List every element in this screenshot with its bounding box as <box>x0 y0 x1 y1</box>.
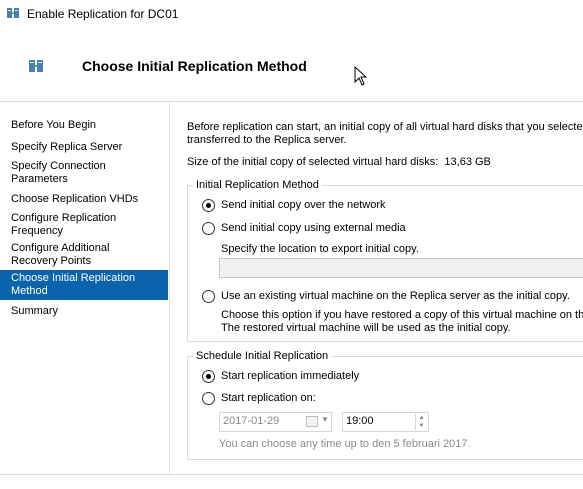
title-bar: Enable Replication for DC01 <box>0 0 583 28</box>
nav-item-choose-initial-replication-method[interactable]: Choose Initial Replication Method <box>0 270 168 300</box>
nav-item-specify-connection-parameters[interactable]: Specify Connection Parameters <box>0 160 168 186</box>
main-content: Before replication can start, an initial… <box>175 102 583 474</box>
nav-item-label: Before You Begin <box>11 119 97 131</box>
start-on-radio[interactable] <box>202 392 215 405</box>
nav-item-label: Configure Replication <box>11 212 117 224</box>
schedule-hint: You can choose any time up to den 5 febr… <box>219 438 471 450</box>
start-time-value: 19:00 <box>346 415 374 427</box>
wizard-navigation: Before You Begin Specify Replica Server … <box>0 102 170 474</box>
server-replication-icon <box>7 8 19 18</box>
start-immediately-radio[interactable] <box>202 370 215 383</box>
existing-vm-radio[interactable] <box>202 290 215 303</box>
group-title: Schedule Initial Replication <box>193 350 332 362</box>
schedule-initial-replication-group: Schedule Initial Replication Start repli… <box>187 350 583 460</box>
nav-item-label: Configure Additional <box>11 242 110 254</box>
existing-vm-hint: Choose this option if you have restored … <box>221 309 583 321</box>
send-external-media-label[interactable]: Send initial copy using external media <box>221 222 406 234</box>
nav-item-label: Choose Initial Replication <box>11 272 136 284</box>
send-external-media-radio[interactable] <box>202 222 215 235</box>
chevron-down-icon[interactable]: ▼ <box>321 415 329 424</box>
existing-vm-label[interactable]: Use an existing virtual machine on the R… <box>221 290 570 302</box>
nav-item-label: Parameters <box>11 173 68 185</box>
initial-copy-size-value: 13,63 GB <box>444 156 491 168</box>
nav-item-before-you-begin[interactable]: Before You Begin <box>0 119 168 132</box>
start-date-picker[interactable]: 2017-01-29 ▼ <box>219 412 332 432</box>
nav-item-label: Specify Replica Server <box>11 141 123 153</box>
nav-item-label: Specify Connection <box>11 160 106 172</box>
calendar-icon[interactable] <box>306 416 318 427</box>
nav-item-configure-replication-frequency[interactable]: Configure Replication Frequency <box>0 212 168 238</box>
start-date-value: 2017-01-29 <box>223 415 280 427</box>
nav-item-specify-replica-server[interactable]: Specify Replica Server <box>0 141 168 154</box>
start-on-label[interactable]: Start replication on: <box>221 392 316 404</box>
nav-item-label: Recovery Points <box>11 255 92 267</box>
send-over-network-radio[interactable] <box>202 199 215 212</box>
nav-item-label: Summary <box>11 305 59 317</box>
window-title: Enable Replication for DC01 <box>27 7 179 21</box>
initial-copy-size-label: Size of the initial copy of selected vir… <box>187 156 491 168</box>
page-title: Choose Initial Replication Method <box>82 58 307 74</box>
time-spinner[interactable]: ▲ ▼ <box>415 414 427 430</box>
mouse-pointer-icon <box>354 66 368 86</box>
existing-vm-hint-continued: The restored virtual machine will be use… <box>221 322 511 334</box>
initial-replication-method-group: Initial Replication Method Send initial … <box>187 179 583 342</box>
spin-up-icon[interactable]: ▲ <box>416 414 427 422</box>
export-location-hint: Specify the location to export initial c… <box>221 243 419 255</box>
start-immediately-label[interactable]: Start replication immediately <box>221 370 359 382</box>
nav-item-choose-replication-vhds[interactable]: Choose Replication VHDs <box>0 193 168 206</box>
group-title: Initial Replication Method <box>193 179 322 191</box>
nav-item-label: Frequency <box>11 225 63 237</box>
export-location-input[interactable] <box>219 258 583 278</box>
nav-item-label: Method <box>11 285 48 297</box>
start-time-picker[interactable]: 19:00 ▲ ▼ <box>342 412 429 432</box>
intro-text: Before replication can start, an initial… <box>187 121 583 133</box>
send-over-network-label[interactable]: Send initial copy over the network <box>221 199 385 211</box>
page-header: Choose Initial Replication Method <box>0 28 583 102</box>
intro-text-continued: transferred to the Replica server. <box>187 134 347 146</box>
spin-down-icon[interactable]: ▼ <box>416 422 427 430</box>
nav-item-label: Choose Replication VHDs <box>11 193 139 205</box>
nav-item-configure-additional-recovery-points[interactable]: Configure Additional Recovery Points <box>0 242 168 268</box>
nav-item-summary[interactable]: Summary <box>0 305 168 318</box>
server-replication-icon <box>29 60 43 72</box>
footer-bar <box>0 474 583 489</box>
